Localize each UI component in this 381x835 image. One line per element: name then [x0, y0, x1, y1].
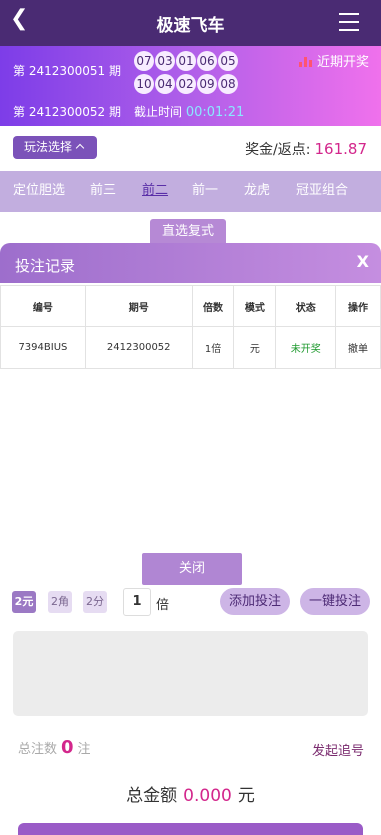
- play-mode-label: 玩法选择: [24, 140, 73, 154]
- table-row: 7394BIUS 2412300052 1倍 元 未开奖 撤单: [0, 326, 381, 369]
- bet-count-value: 0: [61, 737, 74, 758]
- cell-id: 7394BIUS: [0, 326, 86, 369]
- number-ball: 01: [176, 51, 196, 71]
- add-bet-button[interactable]: 添加投注: [220, 588, 290, 615]
- prize-value: 161.87: [314, 140, 368, 158]
- unit-jiao-button[interactable]: 2角: [48, 591, 72, 613]
- tab-qiansan[interactable]: 前三: [90, 179, 116, 198]
- draw-numbers: 07 03 01 06 05 10 04 02 09 08: [133, 50, 245, 96]
- number-ball: 05: [218, 51, 238, 71]
- col-multiple: 倍数: [191, 285, 235, 327]
- play-mode-button[interactable]: 玩法选择: [13, 136, 97, 159]
- deadline-label: 截止时间: [134, 105, 183, 119]
- bet-count-label: 总注数: [18, 742, 58, 757]
- page-title: 极速飞车: [156, 16, 225, 36]
- number-ball: 04: [155, 74, 175, 94]
- tab-dingweidan[interactable]: 定位胆选: [13, 179, 65, 198]
- col-period: 期号: [84, 285, 193, 327]
- bet-list-area[interactable]: [13, 631, 368, 716]
- cancel-bet-link[interactable]: 撤单: [335, 326, 381, 369]
- deadline-time: 00:01:21: [185, 105, 245, 120]
- close-icon[interactable]: X: [357, 252, 369, 271]
- prize-rebate: 奖金/返点: 161.87: [245, 139, 367, 159]
- table-header: 编号 期号 倍数 模式 状态 操作: [0, 285, 381, 327]
- bet-record-modal: 投注记录 X 编号 期号 倍数 模式 状态 操作 7394BIUS 241230…: [0, 243, 381, 589]
- cell-period: 2412300052: [84, 326, 193, 369]
- close-button[interactable]: 关闭: [142, 553, 242, 585]
- draw-banner: 第 2412300051 期 07 03 01 06 05 10 04 02 09 08 近期开奖…: [0, 46, 381, 126]
- cell-multiple: 1倍: [191, 326, 235, 369]
- tab-longhu[interactable]: 龙虎: [244, 179, 270, 198]
- current-period: 第 2412300051 期: [13, 64, 121, 78]
- number-ball: 07: [134, 51, 154, 71]
- number-ball: 10: [134, 74, 154, 94]
- top-bar: ❮ 极速飞车: [0, 0, 381, 46]
- col-mode: 模式: [233, 285, 277, 327]
- bet-count-unit: 注: [77, 742, 91, 757]
- next-period: 第 2412300052 期: [13, 105, 121, 119]
- recent-draws-link[interactable]: 近期开奖: [298, 51, 369, 70]
- total-unit: 元: [237, 786, 255, 806]
- tab-qianer[interactable]: 前二: [142, 179, 168, 198]
- recent-draws-label: 近期开奖: [316, 55, 369, 70]
- col-id: 编号: [0, 285, 86, 327]
- unit-fen-button[interactable]: 2分: [83, 591, 107, 613]
- bar-chart-icon: [298, 56, 313, 67]
- total-label: 总金额: [126, 786, 178, 806]
- bet-count: 总注数 0 注: [18, 737, 91, 758]
- prize-label: 奖金/返点:: [245, 142, 311, 158]
- modal-header: 投注记录 X: [0, 243, 381, 283]
- number-ball: 03: [155, 51, 175, 71]
- submit-bar[interactable]: [18, 823, 363, 835]
- total-amount: 总金额 0.000 元: [0, 781, 381, 806]
- follow-bet-link[interactable]: 发起追号: [312, 740, 364, 759]
- bet-record-table: 编号 期号 倍数 模式 状态 操作 7394BIUS 2412300052 1倍…: [0, 285, 381, 369]
- cell-status: 未开奖: [275, 326, 337, 369]
- number-ball: 08: [218, 74, 238, 94]
- one-click-bet-button[interactable]: 一键投注: [300, 588, 370, 615]
- chevron-up-icon: [75, 143, 85, 153]
- unit-yuan-button[interactable]: 2元: [12, 591, 36, 613]
- number-ball: 06: [197, 51, 217, 71]
- col-status: 状态: [275, 285, 337, 327]
- multiple-input[interactable]: 1: [123, 588, 151, 616]
- col-action: 操作: [335, 285, 381, 327]
- play-tabs: 定位胆选 前三 前二 前一 龙虎 冠亚组合: [0, 171, 381, 383]
- deadline: 截止时间 00:01:21: [134, 103, 244, 120]
- subtab-zhixuan[interactable]: 直选复式: [150, 219, 226, 245]
- total-value: 0.000: [183, 786, 232, 806]
- tab-qianyi[interactable]: 前一: [192, 179, 218, 198]
- tab-guanya[interactable]: 冠亚组合: [296, 179, 348, 198]
- cell-mode: 元: [233, 326, 277, 369]
- hamburger-icon[interactable]: [339, 13, 359, 31]
- modal-title: 投注记录: [15, 257, 76, 275]
- number-ball: 02: [176, 74, 196, 94]
- multiple-label: 倍: [156, 598, 170, 613]
- number-ball: 09: [197, 74, 217, 94]
